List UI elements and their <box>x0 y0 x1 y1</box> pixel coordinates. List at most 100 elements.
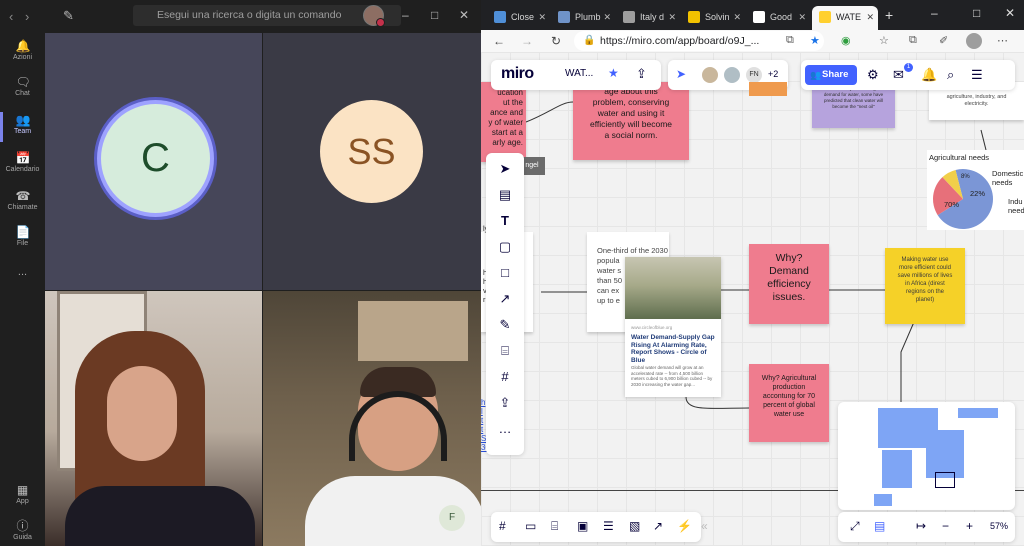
browser-tab[interactable]: Plumb ✕ <box>551 6 615 30</box>
settings-sliders-icon[interactable]: ⚙ <box>867 67 879 83</box>
sticky-education[interactable]: ucation ut the ance and y of water start… <box>481 82 526 162</box>
board-minimap[interactable] <box>838 402 1015 510</box>
list-icon[interactable]: ☰ <box>971 67 983 83</box>
rail-item-apps[interactable]: ▦ App <box>0 484 45 505</box>
participant-video-1[interactable] <box>45 291 262 546</box>
user-avatar[interactable] <box>363 5 385 27</box>
collaborator-avatar[interactable] <box>702 67 718 83</box>
tab-close-icon[interactable]: ✕ <box>603 6 611 28</box>
frames-icon[interactable]: # <box>499 519 506 533</box>
fullscreen-icon[interactable]: ⤢ <box>850 519 860 534</box>
forward-icon[interactable]: › <box>25 9 29 24</box>
rail-item-calls[interactable]: ☎ Chiamate <box>0 190 45 211</box>
collaborator-avatar[interactable]: FN <box>746 67 762 83</box>
collections-icon[interactable]: ⧉ <box>909 34 917 47</box>
upload-icon[interactable]: ⇪ <box>636 66 647 82</box>
rail-item-calendar[interactable]: 📅 Calendario <box>0 152 45 173</box>
video-chat-icon[interactable]: ▣ <box>577 519 588 533</box>
profile-avatar[interactable] <box>966 33 982 49</box>
sticky-orange-partial[interactable] <box>749 82 787 96</box>
sticky-social-norm[interactable]: age about this problem, conserving water… <box>573 82 689 160</box>
sticky-making-water[interactable]: Making water use more efficient could sa… <box>885 248 965 324</box>
collaborator-avatar[interactable] <box>724 67 740 83</box>
timer-icon[interactable]: ▧ <box>629 519 640 533</box>
back-icon[interactable]: ‹ <box>9 9 13 24</box>
maximize-icon[interactable]: □ <box>431 8 438 22</box>
zoom-in-icon[interactable]: + <box>966 519 973 533</box>
collapse-icon[interactable]: « <box>701 519 708 533</box>
close-icon[interactable]: ✕ <box>459 8 469 22</box>
cursor-icon[interactable]: ➤ <box>676 67 686 81</box>
rail-item-activity[interactable]: 🔔 Azioni <box>0 40 45 61</box>
compose-icon[interactable]: ✎ <box>63 8 74 24</box>
tab-close-icon[interactable]: ✕ <box>866 6 874 28</box>
bell-icon[interactable]: 🔔 <box>921 67 937 83</box>
sticky-tool-icon[interactable]: ▢ <box>497 239 513 255</box>
board-title[interactable]: WAT... <box>565 68 593 79</box>
rail-item-files[interactable]: 📄 File <box>0 226 45 247</box>
browser-tab-active[interactable]: WATE ✕ <box>812 6 878 30</box>
miro-logo[interactable]: miro <box>501 65 534 83</box>
rail-item-more[interactable]: ... <box>0 266 45 278</box>
rail-item-chat[interactable]: 🗨 Chat <box>0 76 45 97</box>
share-button[interactable]: 👥 Share <box>805 65 857 85</box>
rail-item-team[interactable]: 👥 Team <box>0 114 45 135</box>
browser-tab[interactable]: Solvin ✕ <box>681 6 745 30</box>
participant-tile-ss[interactable]: SS <box>263 33 481 290</box>
new-tab-button[interactable]: + <box>885 7 893 23</box>
close-icon[interactable]: ✕ <box>1005 6 1015 20</box>
tab-close-icon[interactable]: ✕ <box>538 6 546 28</box>
cards-icon[interactable]: ☰ <box>603 519 614 533</box>
browser-tab[interactable]: Close ✕ <box>487 6 550 30</box>
tab-close-icon[interactable]: ✕ <box>733 6 741 28</box>
extension-icon[interactable]: ◉ <box>841 34 851 47</box>
search-icon[interactable]: ⌕ <box>947 67 954 83</box>
maximize-icon[interactable]: □ <box>973 6 980 20</box>
more-tools-icon[interactable]: … <box>497 421 513 437</box>
shape-tool-icon[interactable]: □ <box>497 265 513 281</box>
pen-tool-icon[interactable]: ✎ <box>497 317 513 333</box>
tab-close-icon[interactable]: ✕ <box>798 6 806 28</box>
browser-menu-icon[interactable]: ⋯ <box>997 34 1008 47</box>
sticky-why-demand[interactable]: Why? Demand efficiency issues. <box>749 244 829 324</box>
forward-icon[interactable]: → <box>521 34 533 48</box>
miro-board-canvas[interactable]: ucation ut the ance and y of water start… <box>481 52 1024 546</box>
arrow-tool-icon[interactable]: ↗ <box>497 291 513 307</box>
browser-tab[interactable]: Good ✕ <box>746 6 810 30</box>
inbox-icon[interactable]: ✉ <box>893 67 904 83</box>
tab-close-icon[interactable]: ✕ <box>668 6 676 28</box>
refresh-icon[interactable]: ↻ <box>551 34 561 48</box>
participant-video-2[interactable]: F <box>263 291 481 546</box>
minimize-icon[interactable]: – <box>402 8 409 22</box>
comments-icon[interactable]: ⌸ <box>551 519 558 534</box>
template-tool-icon[interactable]: ▤ <box>497 187 513 203</box>
minimap-viewport[interactable] <box>935 472 955 488</box>
text-tool-icon[interactable]: T <box>497 213 513 229</box>
map-icon[interactable]: ▤ <box>874 519 885 533</box>
fit-width-icon[interactable]: ↦ <box>916 519 926 533</box>
favorites-icon[interactable]: ☆ <box>879 34 889 47</box>
browser-tab[interactable]: Italy d ✕ <box>616 6 680 30</box>
upload-tool-icon[interactable]: ⇪ <box>497 395 513 411</box>
lightning-icon[interactable]: ⚡ <box>677 519 692 533</box>
teams-search-input[interactable]: Esegui una ricerca o digita un comando <box>133 5 401 26</box>
frame-tool-icon[interactable]: # <box>497 369 513 385</box>
select-tool-icon[interactable]: ➤ <box>497 161 513 177</box>
zoom-out-icon[interactable]: − <box>942 519 949 533</box>
open-in-app-icon[interactable]: ⧉ <box>786 34 794 47</box>
screen-share-icon[interactable]: ↗ <box>653 519 663 533</box>
participant-tile-c[interactable]: C <box>45 33 262 290</box>
collaborators-more[interactable]: +2 <box>768 69 778 79</box>
sticky-why-agri[interactable]: Why? Agricultural production accontung f… <box>749 364 829 442</box>
bookmark-star-icon[interactable]: ★ <box>810 34 820 47</box>
zoom-level[interactable]: 57% <box>990 521 1008 531</box>
minimize-icon[interactable]: – <box>931 6 938 20</box>
pie-pct-industrial: 22% <box>970 189 986 198</box>
star-icon[interactable]: ★ <box>608 66 619 80</box>
rail-item-help[interactable]: ⓘ Guida <box>0 520 45 541</box>
web-link-card[interactable]: www.circleofblue.org Water Demand-Supply… <box>625 257 721 397</box>
comment-tool-icon[interactable]: ⌸ <box>497 343 513 359</box>
back-icon[interactable]: ← <box>493 34 505 48</box>
pin-icon[interactable]: ✐ <box>939 34 948 47</box>
presentation-icon[interactable]: ▭ <box>525 519 536 533</box>
